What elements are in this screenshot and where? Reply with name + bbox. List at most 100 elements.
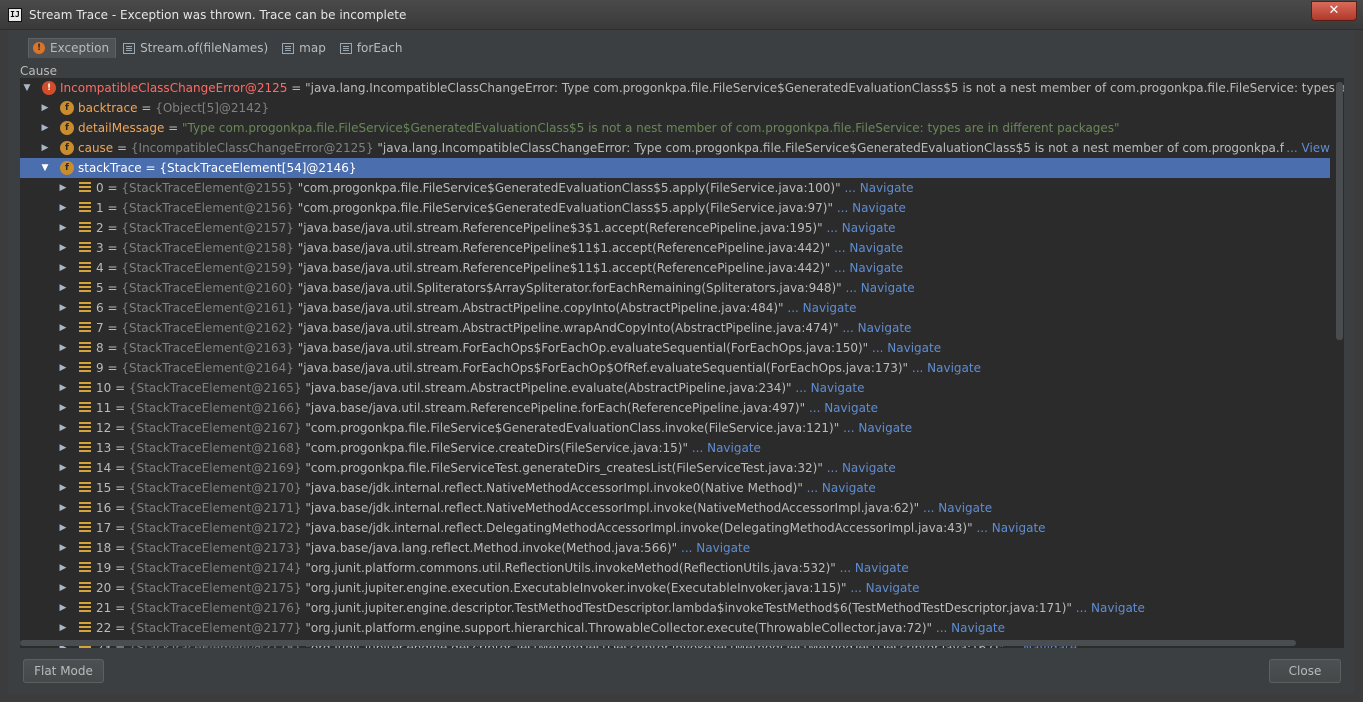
navigate-link[interactable]: ... Navigate bbox=[923, 501, 992, 515]
tree-field-row-stacktrace[interactable]: ▼ f stackTrace = {StackTraceElement[54]@… bbox=[20, 158, 1330, 178]
expand-arrow-icon[interactable]: ▶ bbox=[58, 258, 68, 278]
expand-arrow-icon[interactable]: ▶ bbox=[58, 378, 68, 398]
stack-frame-row[interactable]: ▶ 22 = {StackTraceElement@2177} "org.juni… bbox=[20, 618, 1330, 638]
tab-stream-of[interactable]: Stream.of(fileNames) bbox=[118, 38, 275, 58]
expand-arrow-icon[interactable]: ▶ bbox=[58, 298, 68, 318]
array-element-icon bbox=[79, 422, 91, 433]
navigate-link[interactable]: ... Navigate bbox=[843, 421, 912, 435]
navigate-link[interactable]: ... Navigate bbox=[807, 481, 876, 495]
stack-frame-row[interactable]: ▶ 16 = {StackTraceElement@2171} "java.bas… bbox=[20, 498, 1330, 518]
collapse-arrow-icon[interactable]: ▼ bbox=[40, 158, 50, 178]
collapse-arrow-icon[interactable]: ▼ bbox=[22, 78, 32, 98]
array-element-icon bbox=[79, 322, 91, 333]
expand-arrow-icon[interactable]: ▶ bbox=[58, 418, 68, 438]
stack-frame-row[interactable]: ▶ 20 = {StackTraceElement@2175} "org.juni… bbox=[20, 578, 1330, 598]
tab-map[interactable]: map bbox=[277, 38, 333, 58]
stack-frame-row[interactable]: ▶ 18 = {StackTraceElement@2173} "java.bas… bbox=[20, 538, 1330, 558]
flat-mode-button[interactable]: Flat Mode bbox=[23, 659, 104, 683]
navigate-link[interactable]: ... Navigate bbox=[1076, 601, 1145, 615]
vertical-scrollbar[interactable] bbox=[1336, 82, 1343, 340]
expand-arrow-icon[interactable]: ▶ bbox=[58, 458, 68, 478]
stack-frame-row[interactable]: ▶ 3 = {StackTraceElement@2158} "java.base… bbox=[20, 238, 1330, 258]
expand-arrow-icon[interactable]: ▶ bbox=[58, 438, 68, 458]
frame-ref: {StackTraceElement@2171} bbox=[128, 501, 302, 515]
stack-frame-row[interactable]: ▶ 21 = {StackTraceElement@2176} "org.juni… bbox=[20, 598, 1330, 618]
array-element-icon bbox=[79, 522, 91, 533]
expand-arrow-icon[interactable]: ▶ bbox=[58, 518, 68, 538]
navigate-link[interactable]: ... Navigate bbox=[827, 461, 896, 475]
array-element-icon bbox=[79, 602, 91, 613]
frame-value: "com.progonkpa.file.FileService$Generate… bbox=[305, 421, 840, 435]
stack-frame-row[interactable]: ▶ 2 = {StackTraceElement@2157} "java.base… bbox=[20, 218, 1330, 238]
navigate-link[interactable]: ... Navigate bbox=[872, 341, 941, 355]
expand-arrow-icon[interactable]: ▶ bbox=[58, 598, 68, 618]
equals-sign: = bbox=[103, 301, 122, 315]
tree-field-row-cause[interactable]: ▶ f cause = {IncompatibleClassChangeErro… bbox=[20, 138, 1330, 158]
navigate-link[interactable]: ... Navigate bbox=[837, 201, 906, 215]
navigate-link[interactable]: ... Navigate bbox=[842, 321, 911, 335]
expand-arrow-icon[interactable]: ▶ bbox=[40, 138, 50, 158]
navigate-link[interactable]: ... Navigate bbox=[846, 281, 915, 295]
stack-frame-row[interactable]: ▶ 4 = {StackTraceElement@2159} "java.base… bbox=[20, 258, 1330, 278]
stack-frame-row[interactable]: ▶ 9 = {StackTraceElement@2164} "java.base… bbox=[20, 358, 1330, 378]
navigate-link[interactable]: ... Navigate bbox=[840, 561, 909, 575]
stack-frame-row[interactable]: ▶ 7 = {StackTraceElement@2162} "java.base… bbox=[20, 318, 1330, 338]
array-element-icon bbox=[79, 462, 91, 473]
expand-arrow-icon[interactable]: ▶ bbox=[58, 278, 68, 298]
stack-frame-row[interactable]: ▶ 15 = {StackTraceElement@2170} "java.bas… bbox=[20, 478, 1330, 498]
navigate-link[interactable]: ... Navigate bbox=[692, 441, 761, 455]
stack-frame-row[interactable]: ▶ 13 = {StackTraceElement@2168} "com.prog… bbox=[20, 438, 1330, 458]
expand-arrow-icon[interactable]: ▶ bbox=[40, 118, 50, 138]
navigate-link[interactable]: ... Navigate bbox=[850, 581, 919, 595]
tree-root-row[interactable]: ▼ ! IncompatibleClassChangeError@2125 = … bbox=[20, 78, 1344, 98]
expand-arrow-icon[interactable]: ▶ bbox=[58, 498, 68, 518]
tree-field-row-detailmessage[interactable]: ▶ f detailMessage = "Type com.progonkpa.… bbox=[20, 118, 1330, 138]
expand-arrow-icon[interactable]: ▶ bbox=[58, 238, 68, 258]
stack-frame-row[interactable]: ▶ 11 = {StackTraceElement@2166} "java.bas… bbox=[20, 398, 1330, 418]
navigate-link[interactable]: ... Navigate bbox=[826, 221, 895, 235]
close-button[interactable]: Close bbox=[1269, 659, 1341, 683]
expand-arrow-icon[interactable]: ▶ bbox=[58, 358, 68, 378]
stack-frame-row[interactable]: ▶ 19 = {StackTraceElement@2174} "org.juni… bbox=[20, 558, 1330, 578]
navigate-link[interactable]: ... Navigate bbox=[834, 241, 903, 255]
view-link[interactable]: ... View bbox=[1284, 138, 1330, 158]
stack-frame-row[interactable]: ▶ 8 = {StackTraceElement@2163} "java.base… bbox=[20, 338, 1330, 358]
expand-arrow-icon[interactable]: ▶ bbox=[58, 398, 68, 418]
window-close-button[interactable]: ✕ bbox=[1311, 1, 1357, 21]
navigate-link[interactable]: ... Navigate bbox=[787, 301, 856, 315]
navigate-link[interactable]: ... Navigate bbox=[936, 621, 1005, 635]
expand-arrow-icon[interactable]: ▶ bbox=[58, 478, 68, 498]
expand-arrow-icon[interactable]: ▶ bbox=[58, 338, 68, 358]
tab-foreach[interactable]: forEach bbox=[335, 38, 410, 58]
stack-frame-row[interactable]: ▶ 5 = {StackTraceElement@2160} "java.base… bbox=[20, 278, 1330, 298]
expand-arrow-icon[interactable]: ▶ bbox=[40, 98, 50, 118]
expand-arrow-icon[interactable]: ▶ bbox=[58, 618, 68, 638]
horizontal-scrollbar[interactable] bbox=[20, 640, 1296, 646]
tab-exception[interactable]: ! Exception bbox=[28, 38, 117, 58]
navigate-link[interactable]: ... Navigate bbox=[912, 361, 981, 375]
frame-ref: {StackTraceElement@2160} bbox=[121, 281, 294, 295]
navigate-link[interactable]: ... Navigate bbox=[976, 521, 1045, 535]
navigate-link[interactable]: ... Navigate bbox=[844, 181, 913, 195]
stack-frame-row[interactable]: ▶ 10 = {StackTraceElement@2165} "java.bas… bbox=[20, 378, 1330, 398]
navigate-link[interactable]: ... Navigate bbox=[809, 401, 878, 415]
frame-ref: {StackTraceElement@2156} bbox=[121, 201, 294, 215]
expand-arrow-icon[interactable]: ▶ bbox=[58, 178, 68, 198]
exception-tree[interactable]: ▼ ! IncompatibleClassChangeError@2125 = … bbox=[20, 78, 1344, 648]
stack-frame-row[interactable]: ▶ 1 = {StackTraceElement@2156} "com.progo… bbox=[20, 198, 1330, 218]
expand-arrow-icon[interactable]: ▶ bbox=[58, 578, 68, 598]
navigate-link[interactable]: ... Navigate bbox=[834, 261, 903, 275]
expand-arrow-icon[interactable]: ▶ bbox=[58, 218, 68, 238]
navigate-link[interactable]: ... Navigate bbox=[795, 381, 864, 395]
stack-frame-row[interactable]: ▶ 0 = {StackTraceElement@2155} "com.progo… bbox=[20, 178, 1330, 198]
expand-arrow-icon[interactable]: ▶ bbox=[58, 558, 68, 578]
tree-field-row-backtrace[interactable]: ▶ f backtrace = {Object[5]@2142} bbox=[20, 98, 1330, 118]
stack-frame-row[interactable]: ▶ 14 = {StackTraceElement@2169} "com.prog… bbox=[20, 458, 1330, 478]
stack-frame-row[interactable]: ▶ 12 = {StackTraceElement@2167} "com.prog… bbox=[20, 418, 1330, 438]
expand-arrow-icon[interactable]: ▶ bbox=[58, 318, 68, 338]
expand-arrow-icon[interactable]: ▶ bbox=[58, 198, 68, 218]
expand-arrow-icon[interactable]: ▶ bbox=[58, 538, 68, 558]
stack-frame-row[interactable]: ▶ 17 = {StackTraceElement@2172} "java.bas… bbox=[20, 518, 1330, 538]
stack-frame-row[interactable]: ▶ 6 = {StackTraceElement@2161} "java.base… bbox=[20, 298, 1330, 318]
navigate-link[interactable]: ... Navigate bbox=[681, 541, 750, 555]
